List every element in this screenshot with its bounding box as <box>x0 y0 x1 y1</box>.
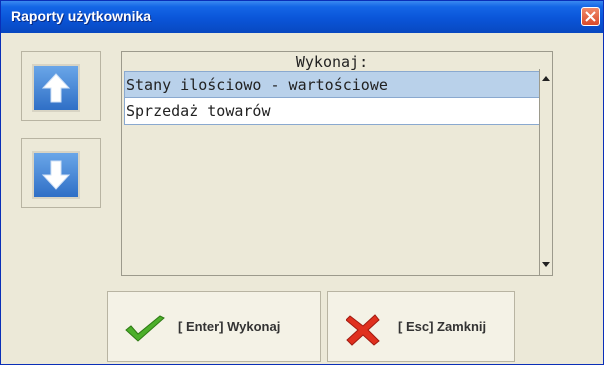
scroll-up-button[interactable] <box>540 69 552 89</box>
scroll-down-button[interactable] <box>540 255 552 275</box>
window-title: Raporty użytkownika <box>11 8 152 24</box>
cross-icon <box>346 314 380 346</box>
list-item-sprzedaz[interactable]: Sprzedaż towarów <box>124 98 542 125</box>
close-icon <box>585 11 596 22</box>
checkmark-icon <box>125 315 165 342</box>
reports-dialog: Raporty użytkownika Wykonaj: Stany ilośc… <box>0 0 604 365</box>
report-list[interactable]: Wykonaj: Stany ilościowo - wartościowe S… <box>121 51 553 276</box>
move-down-button[interactable] <box>21 138 101 208</box>
list-header: Wykonaj: <box>295 53 369 71</box>
close-button[interactable] <box>581 7 600 26</box>
close-label: [ Esc] Zamknij <box>398 319 487 334</box>
title-bar[interactable]: Raporty użytkownika <box>1 1 603 33</box>
arrow-down-icon <box>32 151 80 199</box>
list-item-stany[interactable]: Stany ilościowo - wartościowe <box>124 71 542 98</box>
move-up-button[interactable] <box>21 51 101 121</box>
scroll-up-icon <box>542 76 550 81</box>
close-dialog-button[interactable]: [ Esc] Zamknij <box>327 291 515 362</box>
execute-label: [ Enter] Wykonaj <box>178 319 281 334</box>
execute-button[interactable]: [ Enter] Wykonaj <box>107 291 321 362</box>
list-scrollbar[interactable] <box>539 69 552 275</box>
arrow-up-icon <box>32 64 80 112</box>
scroll-down-icon <box>542 262 550 267</box>
